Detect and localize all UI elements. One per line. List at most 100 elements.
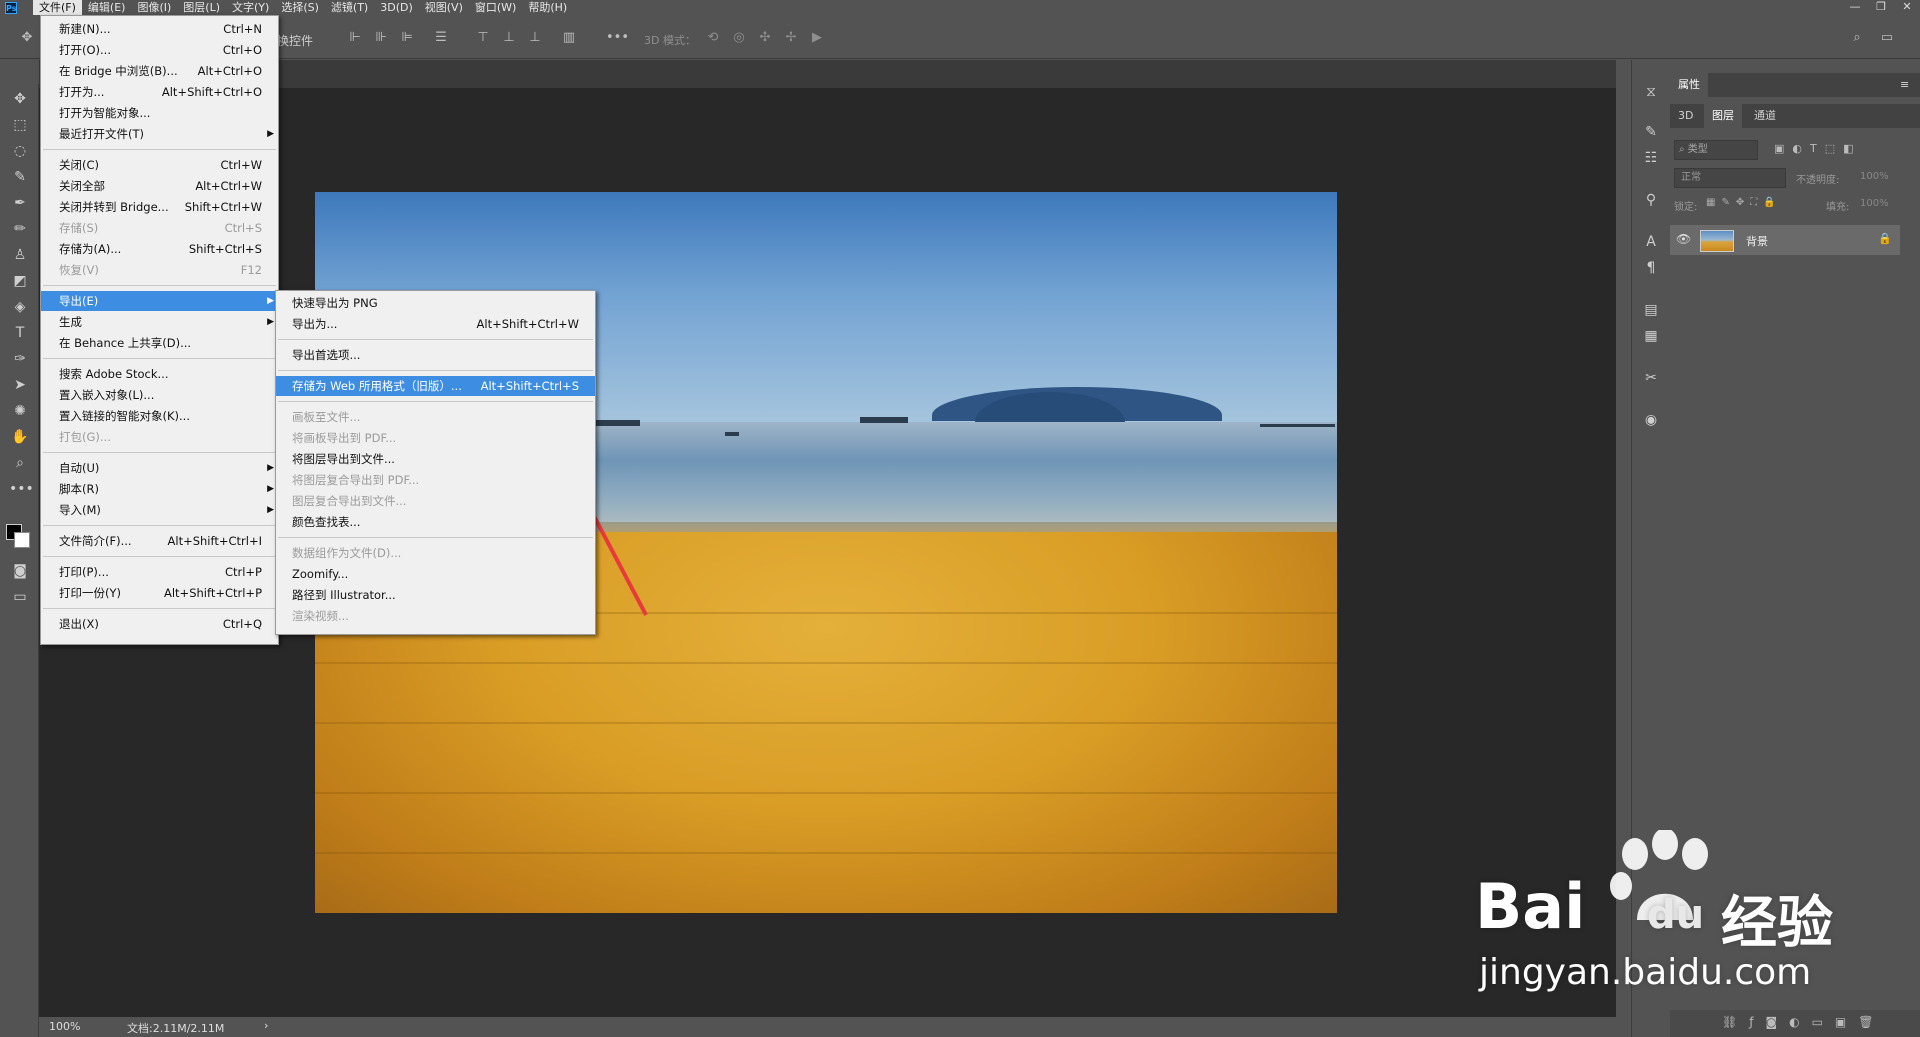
- menu-item-open-smart-object[interactable]: 打开为智能对象...: [41, 103, 278, 123]
- creative-cloud-icon[interactable]: ◉: [1641, 410, 1661, 430]
- layer-filter-icons[interactable]: ▣◐T⬚◧: [1774, 142, 1862, 155]
- more-options-icon[interactable]: •••: [606, 31, 629, 45]
- stamp-tool-icon[interactable]: ♙: [9, 244, 31, 266]
- menu-item-open-as[interactable]: 打开为... Alt+Shift+Ctrl+O: [41, 82, 278, 102]
- menu-item-save-as[interactable]: 存储为(A)... Shift+Ctrl+S: [41, 239, 278, 259]
- eyedropper-icon[interactable]: ✒: [9, 192, 31, 214]
- magic-wand-icon[interactable]: ✎: [9, 166, 31, 188]
- tab-channels[interactable]: 通道: [1746, 104, 1784, 128]
- lasso-tool-icon[interactable]: ◌: [9, 140, 31, 162]
- libraries-icon[interactable]: ▤: [1641, 300, 1661, 320]
- quick-mask-icon[interactable]: ◙: [9, 560, 31, 582]
- panel-menu-icon[interactable]: ≡: [1900, 78, 1909, 91]
- menu-file[interactable]: 文件(F): [33, 0, 82, 15]
- 3d-pan-icon[interactable]: ✣: [758, 31, 772, 45]
- menu-item-color-lookup-tables[interactable]: 颜色查找表...: [276, 512, 595, 532]
- menu-item-data-sets-as-files[interactable]: 数据组作为文件(D)...: [276, 543, 595, 563]
- layer-filter-select[interactable]: ⌕ 类型: [1674, 140, 1758, 160]
- menu-type[interactable]: 文字(Y): [226, 0, 275, 15]
- menu-item-layer-comps-to-files[interactable]: 图层复合导出到文件...: [276, 491, 595, 511]
- menu-item-file-info[interactable]: 文件简介(F)... Alt+Shift+Ctrl+I: [41, 531, 278, 551]
- pen-tool-icon[interactable]: ✑: [9, 348, 31, 370]
- menu-item-exit[interactable]: 退出(X) Ctrl+Q: [41, 614, 278, 634]
- eraser-tool-icon[interactable]: ◩: [9, 270, 31, 292]
- menu-edit[interactable]: 编辑(E): [82, 0, 132, 15]
- menu-view[interactable]: 视图(V): [419, 0, 469, 15]
- menu-layer[interactable]: 图层(L): [177, 0, 226, 15]
- blend-mode-select[interactable]: 正常: [1674, 168, 1786, 188]
- marquee-tool-icon[interactable]: ⬚: [9, 114, 31, 136]
- move-tool-icon[interactable]: ✥: [9, 88, 31, 110]
- align-bottom-icon[interactable]: ⊥: [528, 31, 542, 45]
- menu-item-layers-to-files[interactable]: 将图层导出到文件...: [276, 449, 595, 469]
- paragraph-icon[interactable]: ¶: [1641, 258, 1661, 278]
- tab-properties[interactable]: 属性: [1670, 73, 1708, 97]
- history-icon[interactable]: ⧖: [1641, 82, 1661, 102]
- workspace-icon[interactable]: ▭: [1880, 31, 1894, 45]
- zoom-tool-icon[interactable]: ⌕: [9, 452, 31, 474]
- menu-item-browse-bridge[interactable]: 在 Bridge 中浏览(B)... Alt+Ctrl+O: [41, 61, 278, 81]
- layer-panel-bottom-icons[interactable]: ⛓ƒ◙◐▭▣🗑: [1722, 1015, 1885, 1029]
- paint-bucket-icon[interactable]: ◈: [9, 296, 31, 318]
- move-tool-icon[interactable]: ✥: [20, 31, 34, 45]
- menu-3d[interactable]: 3D(D): [374, 0, 419, 15]
- menu-item-open-recent[interactable]: 最近打开文件(T) ▶: [41, 124, 278, 144]
- background-color-swatch[interactable]: [14, 532, 30, 548]
- align-top-icon[interactable]: ⊤: [476, 31, 490, 45]
- menu-item-close-all[interactable]: 关闭全部 Alt+Ctrl+W: [41, 176, 278, 196]
- path-select-icon[interactable]: ➤: [9, 374, 31, 396]
- menu-image[interactable]: 图像(I): [131, 0, 177, 15]
- menu-item-share-behance[interactable]: 在 Behance 上共享(D)...: [41, 333, 278, 353]
- menu-item-export-as[interactable]: 导出为... Alt+Shift+Ctrl+W: [276, 314, 595, 334]
- 3d-slide-icon[interactable]: ✢: [784, 31, 798, 45]
- brush-tool-icon[interactable]: ✏: [9, 218, 31, 240]
- close-icon[interactable]: ✕: [1894, 0, 1920, 15]
- menu-item-print[interactable]: 打印(P)... Ctrl+P: [41, 562, 278, 582]
- character-icon[interactable]: A: [1641, 232, 1661, 252]
- menu-item-layer-comps-to-pdf[interactable]: 将图层复合导出到 PDF...: [276, 470, 595, 490]
- opacity-value[interactable]: 100%: [1860, 171, 1889, 182]
- navigator-icon[interactable]: ⚲: [1641, 190, 1661, 210]
- fill-value[interactable]: 100%: [1860, 198, 1889, 209]
- menu-item-save-for-web[interactable]: 存储为 Web 所用格式（旧版）... Alt+Shift+Ctrl+S: [276, 376, 595, 396]
- 3d-roll-icon[interactable]: ◎: [732, 31, 746, 45]
- menu-item-generate[interactable]: 生成 ▶: [41, 312, 278, 332]
- type-tool-icon[interactable]: T: [9, 322, 31, 344]
- menu-item-render-video[interactable]: 渲染视频...: [276, 606, 595, 626]
- menu-help[interactable]: 帮助(H): [522, 0, 573, 15]
- status-menu-arrow[interactable]: ›: [264, 1019, 268, 1032]
- layer-name[interactable]: 背景: [1746, 233, 1768, 249]
- menu-item-paths-to-illustrator[interactable]: 路径到 Illustrator...: [276, 585, 595, 605]
- menu-window[interactable]: 窗口(W): [469, 0, 522, 15]
- menu-select[interactable]: 选择(S): [275, 0, 325, 15]
- layer-row[interactable]: 👁 背景 🔒: [1670, 225, 1900, 255]
- menu-item-close-go-bridge[interactable]: 关闭并转到 Bridge... Shift+Ctrl+W: [41, 197, 278, 217]
- align-middle-icon[interactable]: ⊥: [502, 31, 516, 45]
- menu-item-quick-export-png[interactable]: 快速导出为 PNG: [276, 293, 595, 313]
- minimize-icon[interactable]: —: [1842, 0, 1868, 15]
- align-center-icon[interactable]: ⊪: [374, 31, 388, 45]
- menu-item-place-embedded[interactable]: 置入嵌入对象(L)...: [41, 385, 278, 405]
- menu-item-export[interactable]: 导出(E) ▶: [41, 291, 278, 311]
- menu-filter[interactable]: 滤镜(T): [325, 0, 374, 15]
- align-right-icon[interactable]: ⊫: [400, 31, 414, 45]
- menu-item-new[interactable]: 新建(N)... Ctrl+N: [41, 19, 278, 39]
- menu-item-package[interactable]: 打包(G)...: [41, 427, 278, 447]
- screen-mode-icon[interactable]: ▭: [9, 586, 31, 608]
- menu-item-automate[interactable]: 自动(U) ▶: [41, 458, 278, 478]
- menu-item-save[interactable]: 存储(S) Ctrl+S: [41, 218, 278, 238]
- search-icon[interactable]: ⌕: [1850, 31, 1864, 45]
- 3d-rotate-icon[interactable]: ⟲: [706, 31, 720, 45]
- menu-item-scripts[interactable]: 脚本(R) ▶: [41, 479, 278, 499]
- tool-presets-icon[interactable]: ✂: [1641, 368, 1661, 388]
- menu-item-open[interactable]: 打开(O)... Ctrl+O: [41, 40, 278, 60]
- menu-item-artboards-to-files[interactable]: 画板至文件...: [276, 407, 595, 427]
- adjustments-icon[interactable]: ☷: [1641, 148, 1661, 168]
- more-tools-icon[interactable]: •••: [9, 478, 34, 500]
- shape-tool-icon[interactable]: ✺: [9, 400, 31, 422]
- menu-item-place-linked[interactable]: 置入链接的智能对象(K)...: [41, 406, 278, 426]
- restore-icon[interactable]: ❐: [1868, 0, 1894, 15]
- menu-item-artboards-to-pdf[interactable]: 将画板导出到 PDF...: [276, 428, 595, 448]
- visibility-eye-icon[interactable]: 👁: [1676, 232, 1691, 246]
- lock-icons[interactable]: ▦✎✥⛶🔒: [1706, 197, 1782, 208]
